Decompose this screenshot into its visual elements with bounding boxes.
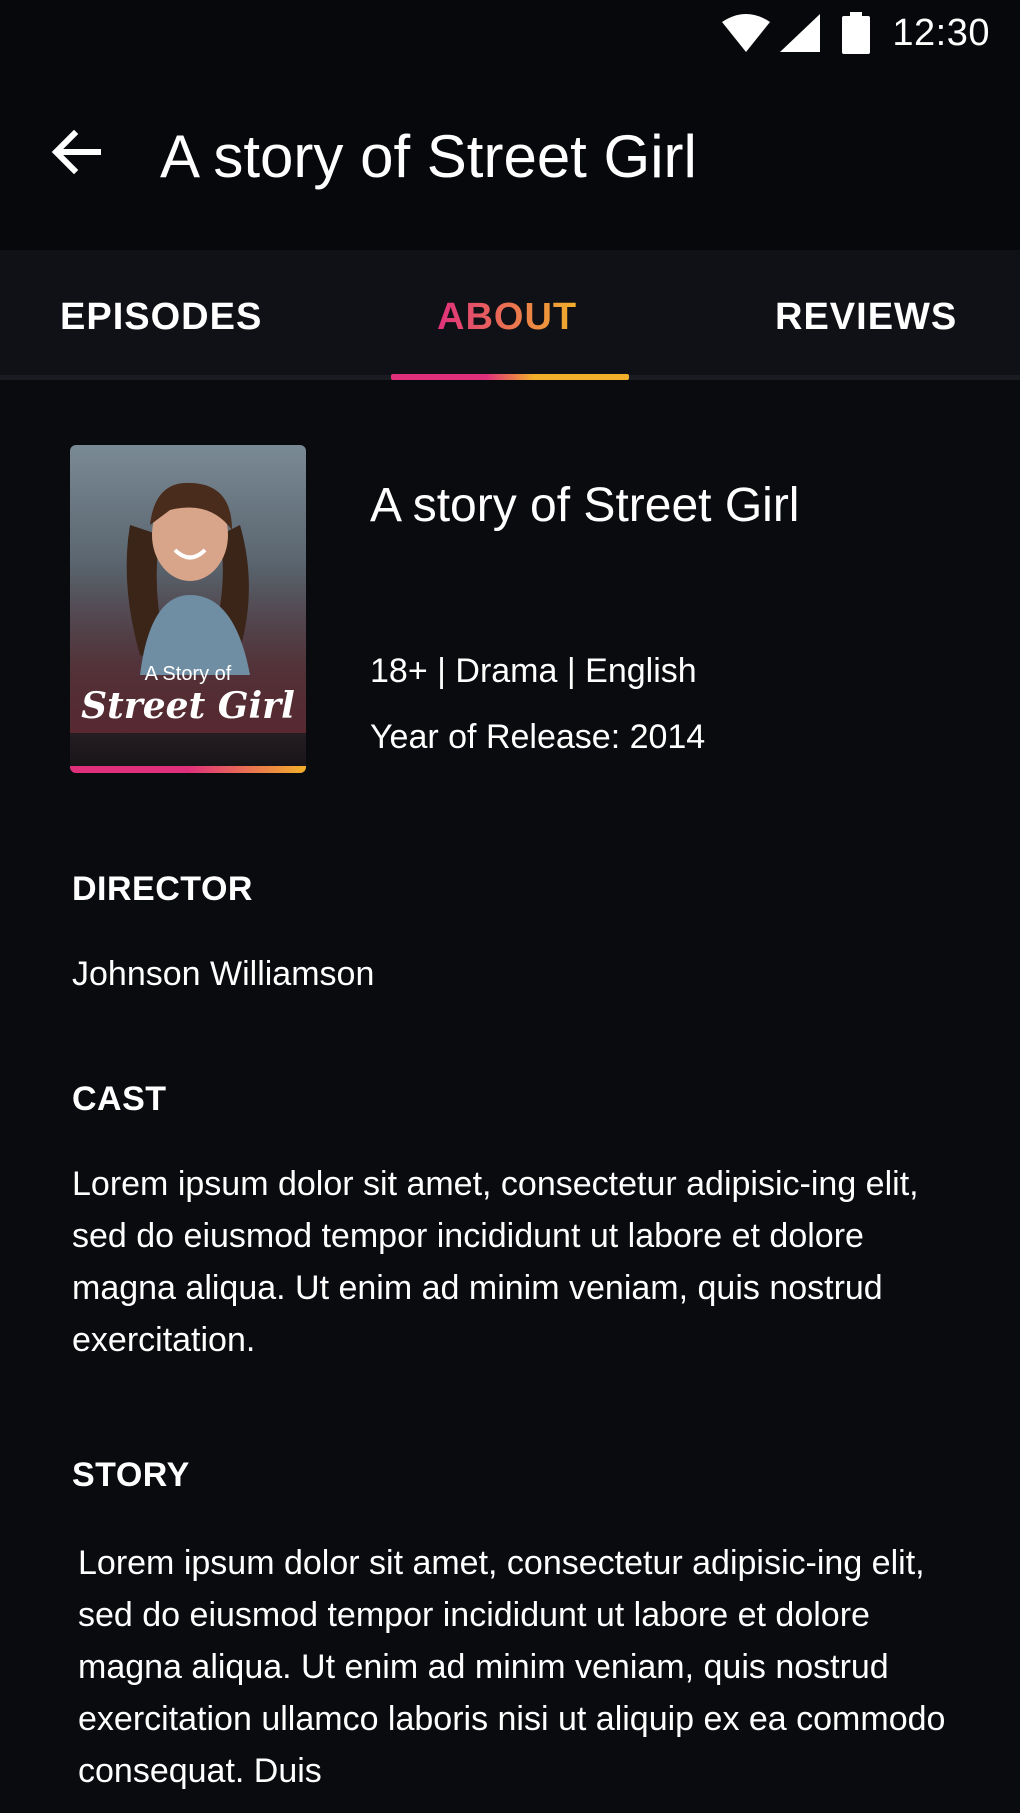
tab-reviews[interactable]: REVIEWS (775, 296, 957, 339)
poster-figure-illustration (126, 482, 250, 675)
poster-caption-title: Street Girl (81, 685, 295, 727)
movie-title: A story of Street Girl (370, 479, 800, 532)
battery-icon (842, 12, 870, 54)
director-name: Johnson Williamson (72, 955, 375, 993)
movie-meta: 18+ | Drama | English (370, 652, 697, 690)
app-bar: A story of Street Girl (0, 66, 1020, 250)
tab-episodes[interactable]: EPISODES (60, 296, 262, 339)
status-time: 12:30 (892, 12, 990, 54)
page-title: A story of Street Girl (160, 123, 697, 190)
back-arrow-icon[interactable] (48, 124, 104, 180)
cast-heading: CAST (72, 1080, 167, 1118)
story-heading: STORY (72, 1456, 190, 1494)
poster-image[interactable]: A Story of Street Girl (70, 445, 306, 773)
signal-icon (780, 14, 820, 52)
cast-text: Lorem ipsum dolor sit amet, consectetur … (72, 1165, 919, 1359)
tab-about[interactable]: ABOUT (437, 296, 577, 339)
status-bar: 12:30 (0, 0, 1020, 66)
poster-accent-bar (70, 766, 306, 773)
story-text: Lorem ipsum dolor sit amet, consectetur … (78, 1544, 946, 1790)
wifi-icon (722, 14, 770, 52)
tab-bar: EPISODES ABOUT REVIEWS (0, 250, 1020, 380)
director-heading: DIRECTOR (72, 870, 253, 908)
tab-indicator (391, 374, 629, 380)
release-year: Year of Release: 2014 (370, 718, 706, 756)
poster-caption-small: A Story of (144, 663, 232, 685)
